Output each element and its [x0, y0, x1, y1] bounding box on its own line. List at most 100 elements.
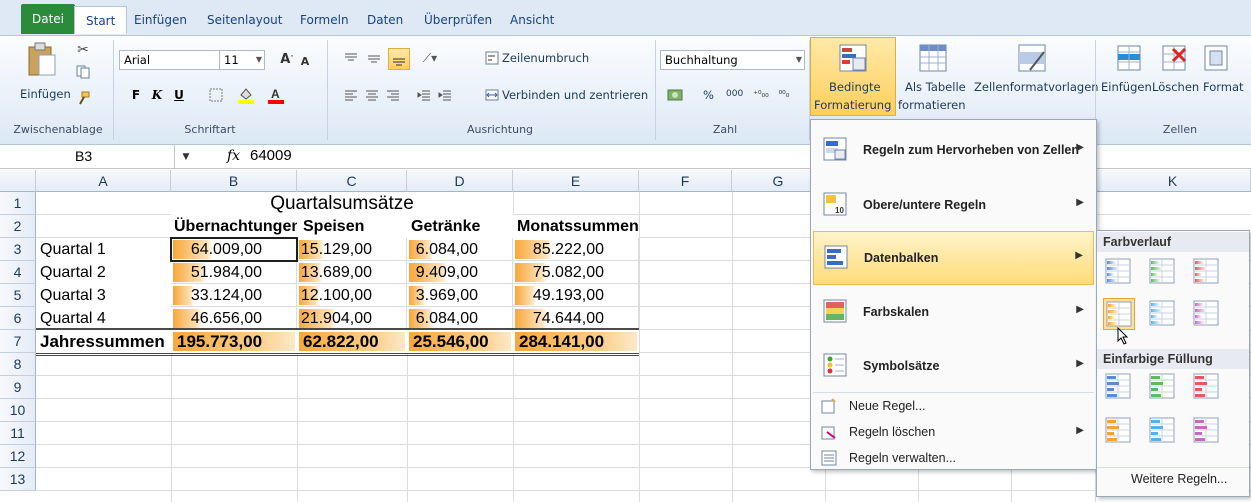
format-cells-button[interactable]: Format	[1203, 80, 1244, 94]
thousands-button[interactable]: 000	[726, 89, 743, 99]
bold-button[interactable]: F	[129, 87, 143, 103]
header-cell[interactable]: Speisen	[297, 215, 407, 238]
copy-icon[interactable]	[75, 64, 91, 80]
gradient-databar-swatch[interactable]	[1103, 298, 1135, 330]
italic-button[interactable]: K	[150, 87, 164, 103]
total-cell[interactable]: 195.773,00	[171, 330, 297, 353]
tab-einfuegen[interactable]: Einfügen	[123, 6, 198, 34]
solid-databar-swatch[interactable]	[1147, 415, 1179, 447]
tab-seitenlayout[interactable]: Seitenlayout	[196, 6, 293, 34]
cut-icon[interactable]: ✂	[75, 42, 91, 58]
row-header-3[interactable]: 3	[0, 238, 36, 261]
col-header-e[interactable]: E	[513, 170, 639, 192]
more-rules-link[interactable]: Weitere Regeln...	[1131, 472, 1227, 486]
cell-styles-icon[interactable]	[1015, 41, 1049, 75]
percent-button[interactable]: %	[703, 88, 714, 102]
orientation-icon[interactable]: ⟋▾	[418, 50, 442, 66]
border-icon[interactable]	[208, 87, 224, 103]
header-cell[interactable]: Monatssummen	[513, 215, 639, 238]
paste-button[interactable]: Einfügen	[20, 87, 71, 101]
align-left-icon[interactable]	[343, 87, 359, 103]
col-header-a[interactable]: A	[36, 170, 171, 192]
format-as-table-icon[interactable]	[916, 41, 950, 75]
col-header-c[interactable]: C	[297, 170, 407, 192]
value-cell[interactable]: 6.084,00	[407, 307, 513, 330]
value-cell[interactable]: 21.904,00	[297, 307, 407, 330]
menu-item-clear-rules[interactable]: Regeln löschen ▶	[813, 419, 1094, 445]
formula-input[interactable]: 64009	[250, 147, 292, 164]
menu-item-new-rule[interactable]: Neue Regel...	[813, 393, 1094, 419]
increase-indent-icon[interactable]	[437, 87, 453, 103]
tab-ueberpruefen[interactable]: Überprüfen	[413, 6, 503, 34]
name-box[interactable]: B3	[0, 145, 175, 169]
grow-font-icon[interactable]: Aˆ	[280, 50, 294, 68]
row-label[interactable]: Quartal 1	[36, 238, 171, 261]
value-cell[interactable]: 74.644,00	[513, 307, 639, 330]
cell-styles-button[interactable]: Zellenformatvorlagen	[974, 80, 1099, 94]
row-label[interactable]: Quartal 3	[36, 284, 171, 307]
tab-start[interactable]: Start	[74, 6, 128, 34]
value-cell[interactable]: 33.124,00	[171, 284, 297, 307]
row-label[interactable]: Quartal 2	[36, 261, 171, 284]
row-header-1[interactable]: 1	[0, 192, 36, 215]
value-cell[interactable]: 13.689,00	[297, 261, 407, 284]
solid-databar-swatch[interactable]	[1191, 415, 1223, 447]
row-header-10[interactable]: 10	[0, 399, 36, 422]
insert-cells-button[interactable]: Einfügen	[1101, 80, 1152, 94]
align-middle-icon[interactable]	[366, 50, 382, 66]
tab-ansicht[interactable]: Ansicht	[499, 6, 565, 34]
format-cells-icon[interactable]	[1199, 41, 1233, 75]
gradient-databar-swatch[interactable]	[1147, 256, 1179, 288]
name-box-dropdown-icon[interactable]: ▼	[180, 150, 192, 164]
value-cell[interactable]: 12.100,00	[297, 284, 407, 307]
row-header-2[interactable]: 2	[0, 215, 36, 238]
merge-center-icon[interactable]	[484, 87, 500, 103]
align-right-icon[interactable]	[385, 87, 401, 103]
value-cell[interactable]: 49.193,00	[513, 284, 639, 307]
row-header-13[interactable]: 13	[0, 468, 36, 491]
value-cell[interactable]: 15.129,00	[297, 238, 407, 261]
delete-cells-icon[interactable]	[1157, 41, 1191, 75]
format-as-table-button[interactable]: formatieren	[898, 98, 965, 112]
header-cell[interactable]: Getränke	[407, 215, 513, 238]
value-cell[interactable]: 51.984,00	[171, 261, 297, 284]
header-cell[interactable]: Übernachtungen	[171, 215, 301, 238]
solid-databar-swatch[interactable]	[1103, 415, 1135, 447]
align-center-icon[interactable]	[364, 87, 380, 103]
gradient-databar-swatch[interactable]	[1191, 298, 1223, 330]
font-color-icon[interactable]: A	[266, 86, 286, 104]
decrease-indent-icon[interactable]	[416, 87, 432, 103]
insert-function-button[interactable]: fx	[227, 148, 240, 164]
sheet-title[interactable]: Quartalsumsätze	[171, 192, 513, 215]
shrink-font-icon[interactable]: A	[298, 52, 312, 70]
menu-item-color-scales[interactable]: Farbskalen ▶	[813, 286, 1094, 340]
paste-icon[interactable]	[26, 40, 58, 80]
row-header-12[interactable]: 12	[0, 445, 36, 468]
row-label[interactable]: Quartal 4	[36, 307, 171, 330]
value-cell[interactable]: 64.009,00	[171, 238, 297, 261]
menu-item-highlight-rules[interactable]: Regeln zum Hervorheben von Zellen ▶	[813, 124, 1094, 178]
delete-cells-button[interactable]: Löschen	[1152, 80, 1199, 94]
solid-databar-swatch[interactable]	[1147, 371, 1179, 403]
value-cell[interactable]: 75.082,00	[513, 261, 639, 284]
row-header-8[interactable]: 8	[0, 353, 36, 376]
insert-cells-icon[interactable]	[1112, 41, 1146, 75]
total-label[interactable]: Jahressummen	[36, 330, 171, 353]
menu-item-icon-sets[interactable]: Symbolsätze ▶	[813, 340, 1094, 394]
row-header-5[interactable]: 5	[0, 284, 36, 307]
select-all-corner[interactable]	[0, 170, 36, 192]
solid-databar-swatch[interactable]	[1191, 371, 1223, 403]
value-cell[interactable]: 85.222,00	[513, 238, 639, 261]
format-painter-icon[interactable]	[75, 90, 91, 106]
wrap-text-icon[interactable]	[484, 50, 500, 66]
menu-item-data-bars[interactable]: Datenbalken ▶	[813, 231, 1094, 285]
increase-decimal-icon[interactable]: ⁺⁰₀₀	[752, 86, 770, 104]
number-format-combo[interactable]: Buchhaltung ▼	[660, 50, 805, 70]
font-size-combo[interactable]: 11 ▼	[219, 50, 265, 70]
gradient-databar-swatch[interactable]	[1103, 256, 1135, 288]
total-cell[interactable]: 25.546,00	[407, 330, 513, 353]
merge-center-button[interactable]: Verbinden und zentrieren	[502, 88, 648, 102]
row-header-7[interactable]: 7	[0, 330, 36, 353]
value-cell[interactable]: 9.409,00	[407, 261, 513, 284]
gradient-databar-swatch[interactable]	[1191, 256, 1223, 288]
